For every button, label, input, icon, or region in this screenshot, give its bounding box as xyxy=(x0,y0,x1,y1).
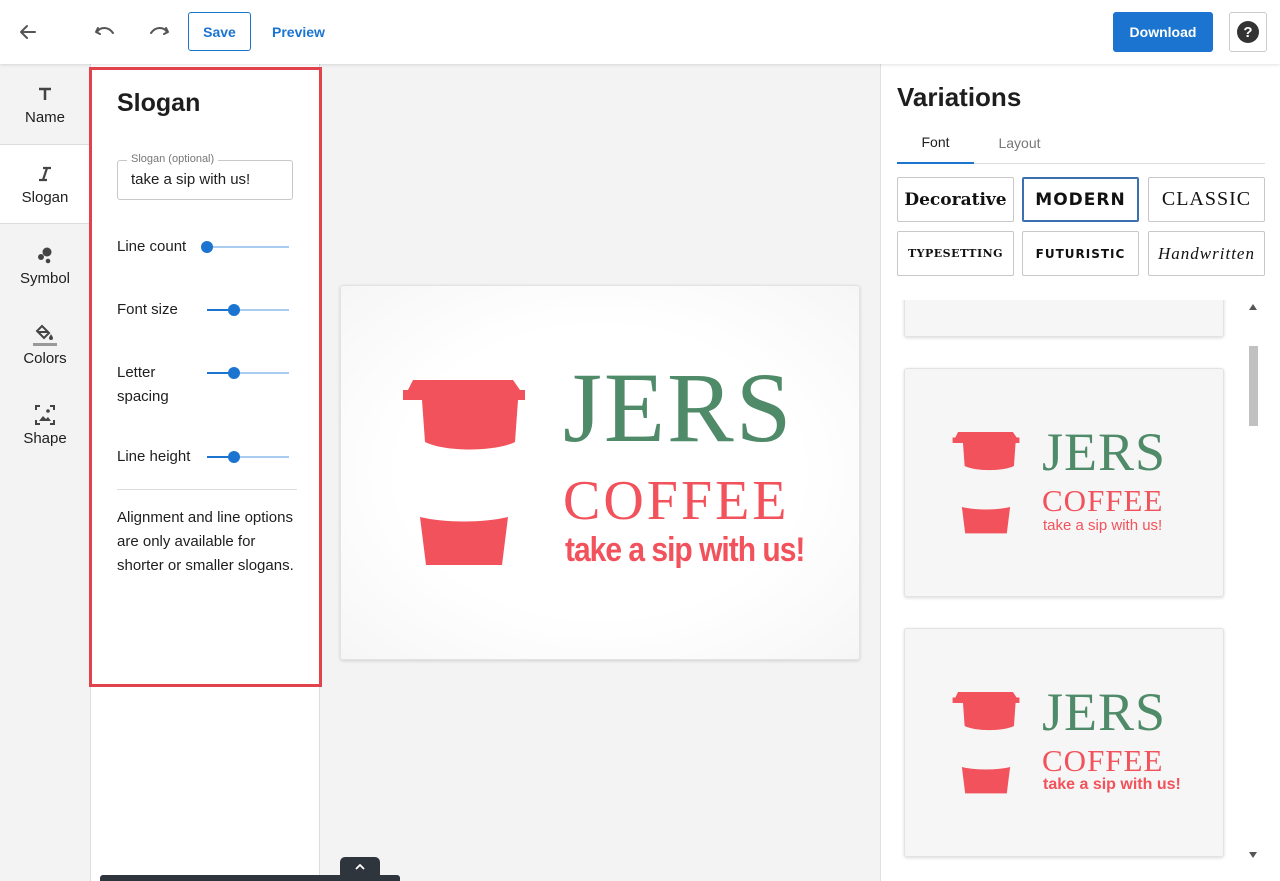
line-count-label: Line count xyxy=(117,238,187,255)
font-style-futuristic[interactable]: FUTURISTIC xyxy=(1022,231,1139,276)
variation-card[interactable]: JERS COFFEE take a sip with us! xyxy=(904,628,1224,857)
help-button[interactable]: ? xyxy=(1229,12,1267,52)
help-icon: ? xyxy=(1237,21,1259,43)
font-size-slider[interactable] xyxy=(207,303,289,317)
divider xyxy=(117,489,297,490)
italic-icon xyxy=(37,163,53,185)
slider-thumb[interactable] xyxy=(228,304,241,316)
rail-item-label: Symbol xyxy=(19,269,71,287)
logo-canvas[interactable]: JERS COFFEE take a sip with us! xyxy=(340,285,860,660)
preview-button[interactable]: Preview xyxy=(268,12,329,51)
variations-panel: Variations Font Layout Decorative MODERN… xyxy=(880,64,1280,881)
top-toolbar: Save Preview Download ? xyxy=(0,0,1280,64)
shapes-icon xyxy=(35,244,55,266)
tab-font[interactable]: Font xyxy=(897,122,974,164)
text-icon xyxy=(37,83,53,105)
variation-slogan: take a sip with us! xyxy=(1043,517,1163,534)
variations-list: JERS COFFEE take a sip with us! JERS COF… xyxy=(897,300,1249,865)
line-height-label: Line height xyxy=(117,448,191,465)
left-nav-rail: Name Slogan Symbol Colors Shape xyxy=(0,64,90,881)
letter-spacing-label: Letter spacing xyxy=(117,364,169,405)
variations-tabs: Font Layout xyxy=(897,122,1265,164)
logo-name-line1: JERS xyxy=(563,352,794,463)
logo-name-line2: COFFEE xyxy=(563,470,790,532)
rail-item-shape[interactable]: Shape xyxy=(0,385,90,465)
chevron-up-icon xyxy=(355,864,365,870)
slogan-field[interactable]: Slogan (optional) xyxy=(117,153,293,200)
variation-name-line1: JERS xyxy=(1042,682,1167,742)
panel-title: Slogan xyxy=(117,89,201,117)
tab-layout[interactable]: Layout xyxy=(981,122,1058,164)
slider-thumb[interactable] xyxy=(228,451,241,463)
scroll-down-arrow-icon[interactable] xyxy=(1249,852,1257,858)
slider-thumb[interactable] xyxy=(201,241,213,253)
variation-card[interactable] xyxy=(904,300,1224,337)
letter-spacing-slider[interactable] xyxy=(207,366,289,380)
font-style-typesetting[interactable]: TYPESETTING xyxy=(897,231,1014,276)
slogan-field-label: Slogan (optional) xyxy=(127,153,219,165)
save-button[interactable]: Save xyxy=(188,12,251,51)
scroll-up-arrow-icon[interactable] xyxy=(1249,304,1257,310)
redo-icon[interactable] xyxy=(144,18,172,46)
rail-item-label: Slogan xyxy=(21,188,69,206)
coffee-cup-icon xyxy=(952,432,1020,534)
slogan-panel: Slogan Slogan (optional) Line count Font… xyxy=(90,64,320,881)
rail-item-label: Shape xyxy=(23,429,67,447)
expand-drawer-button[interactable] xyxy=(340,857,380,877)
logo-slogan: take a sip with us! xyxy=(565,531,805,569)
variations-scrollbar[interactable] xyxy=(1245,300,1261,865)
variation-card[interactable]: JERS COFFEE take a sip with us! xyxy=(904,368,1224,597)
slider-thumb[interactable] xyxy=(228,367,241,379)
font-style-handwritten[interactable]: Handwritten xyxy=(1148,231,1265,276)
coffee-cup-icon xyxy=(403,380,525,565)
font-size-label: Font size xyxy=(117,301,178,318)
variations-title: Variations xyxy=(897,82,1022,112)
rail-item-symbol[interactable]: Symbol xyxy=(0,225,90,305)
back-arrow-icon[interactable] xyxy=(14,18,42,46)
line-count-slider[interactable] xyxy=(201,240,289,254)
line-height-slider[interactable] xyxy=(207,450,289,464)
slogan-note: Alignment and line options are only avai… xyxy=(117,509,294,574)
variation-name-line2: COFFEE xyxy=(1042,743,1164,778)
font-style-classic[interactable]: CLASSIC xyxy=(1148,177,1265,222)
image-frame-icon xyxy=(35,404,55,426)
rail-item-slogan[interactable]: Slogan xyxy=(0,144,90,224)
coffee-cup-icon xyxy=(952,692,1020,794)
download-button[interactable]: Download xyxy=(1113,12,1213,52)
rail-item-name[interactable]: Name xyxy=(0,64,90,144)
slogan-input[interactable] xyxy=(131,171,286,188)
variation-slogan: take a sip with us! xyxy=(1043,776,1181,793)
paint-bucket-icon xyxy=(33,324,57,346)
variation-name-line1: JERS xyxy=(1042,422,1167,482)
scrollbar-thumb[interactable] xyxy=(1249,346,1258,426)
font-style-modern[interactable]: MODERN xyxy=(1022,177,1139,222)
rail-item-colors[interactable]: Colors xyxy=(0,305,90,385)
rail-item-label: Colors xyxy=(23,349,67,367)
rail-item-label: Name xyxy=(24,108,65,126)
undo-icon[interactable] xyxy=(92,18,120,46)
variation-name-line2: COFFEE xyxy=(1042,483,1164,518)
font-style-decorative[interactable]: Decorative xyxy=(897,177,1014,222)
